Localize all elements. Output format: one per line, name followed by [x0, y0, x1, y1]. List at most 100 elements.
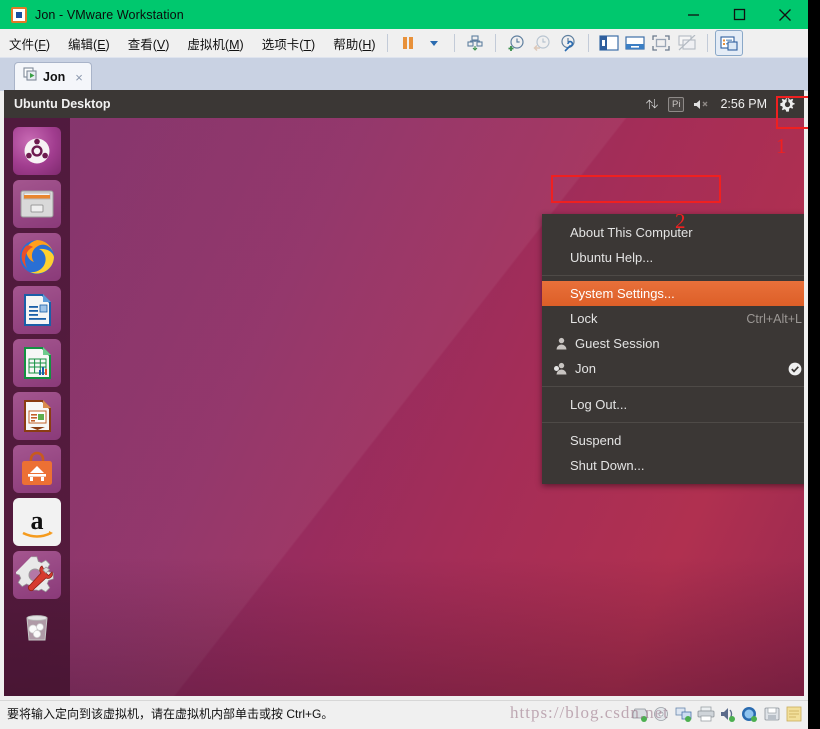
menu-separator [542, 275, 804, 276]
menu-item-guest-session[interactable]: Guest Session [542, 331, 804, 356]
svg-text:a: a [31, 506, 44, 535]
vm-guest-screen: Ubuntu Desktop Pi 2:56 PM a About This C… [4, 90, 804, 696]
menu-item-suspend[interactable]: Suspend [542, 428, 804, 453]
pi-indicator[interactable]: Pi [667, 96, 685, 112]
power-dropdown[interactable] [421, 31, 447, 55]
menu-separator [542, 422, 804, 423]
menu-item-label: Log Out... [570, 397, 628, 412]
toolbar-divider [588, 34, 589, 52]
menu-item-jon[interactable]: Jon [542, 356, 804, 381]
manage-snapshots-button[interactable] [555, 31, 581, 55]
launcher-item-calc[interactable] [13, 339, 61, 387]
launcher-item-firefox[interactable] [13, 233, 61, 281]
launcher-item-trash[interactable] [13, 604, 61, 652]
toolbar-divider [454, 34, 455, 52]
menu-item-shut-down[interactable]: Shut Down... [542, 453, 804, 478]
clock-indicator[interactable]: 2:56 PM [720, 97, 767, 111]
gear-icon[interactable] [776, 93, 798, 115]
maximize-button[interactable] [716, 0, 762, 29]
vmware-vm-icon [11, 6, 27, 23]
unity-mode-button[interactable] [674, 31, 700, 55]
minimize-button[interactable] [670, 0, 716, 29]
launcher-item-writer[interactable] [13, 286, 61, 334]
toolbar-divider [707, 34, 708, 52]
session-indicator-menu: About This Computer Ubuntu Help... Syste… [542, 214, 804, 484]
user-icon [555, 337, 568, 350]
toolbar [380, 29, 743, 57]
panel-indicators: Pi 2:56 PM [645, 90, 798, 118]
menu-edit-accel: E [97, 37, 106, 52]
menu-file-label: 文件 [9, 37, 35, 52]
window-preferences-button[interactable] [715, 30, 743, 56]
status-cdrom-icon[interactable] [652, 704, 672, 724]
network-updown-icon[interactable] [645, 97, 659, 111]
menu-help[interactable]: 帮助(H) [324, 31, 384, 56]
menu-item-ubuntu-help[interactable]: Ubuntu Help... [542, 245, 804, 270]
check-icon [788, 362, 802, 376]
window-title: Jon - VMware Workstation [35, 7, 184, 22]
launcher-item-impress[interactable] [13, 392, 61, 440]
launcher-item-software[interactable] [13, 445, 61, 493]
tab-label: Jon [43, 70, 66, 84]
status-printer-icon[interactable] [696, 704, 716, 724]
menu-view-label: 查看 [127, 37, 153, 52]
status-usb-icon[interactable] [740, 704, 760, 724]
menu-item-lock[interactable]: Lock Ctrl+Alt+L [542, 306, 804, 331]
status-sound-icon[interactable] [718, 704, 738, 724]
menu-tabs[interactable]: 选项卡(T) [253, 31, 325, 56]
menu-separator [542, 386, 804, 387]
launcher-item-amazon[interactable]: a [13, 498, 61, 546]
unity-launcher: a [4, 118, 70, 696]
menu-item-log-out[interactable]: Log Out... [542, 392, 804, 417]
menu-item-label: Jon [575, 361, 596, 376]
toolbar-divider [495, 34, 496, 52]
menu-file-accel: F [38, 37, 46, 52]
show-console-button[interactable] [622, 31, 648, 55]
menu-item-label: Guest Session [575, 336, 660, 351]
take-snapshot-button[interactable] [503, 31, 529, 55]
close-button[interactable] [762, 0, 808, 29]
menu-file[interactable]: 文件(F) [0, 31, 59, 56]
menu-tabs-accel: T [303, 37, 312, 52]
menu-edit[interactable]: 编辑(E) [59, 31, 119, 56]
menu-item-about-this-computer[interactable]: About This Computer [542, 220, 804, 245]
menu-item-label: About This Computer [570, 225, 693, 240]
menu-edit-label: 编辑 [68, 37, 94, 52]
menu-item-system-settings[interactable]: System Settings... [542, 281, 804, 306]
status-notes-icon[interactable] [784, 704, 804, 724]
menu-tabs-label: 选项卡 [261, 37, 300, 52]
menu-vm[interactable]: 虚拟机(M) [178, 31, 252, 56]
vmware-workstation-window: Jon - VMware Workstation 文件(F) 编辑(E) 查看(… [0, 0, 808, 729]
menu-item-label: Lock [570, 311, 598, 326]
tab-close-icon[interactable]: × [75, 71, 83, 84]
menu-item-label: Shut Down... [570, 458, 645, 473]
tab-strip: Jon × [0, 57, 808, 91]
status-network-icon[interactable] [674, 704, 694, 724]
menu-item-accel: Ctrl+Alt+L [746, 311, 802, 326]
unity-top-panel: Ubuntu Desktop Pi 2:56 PM [4, 90, 804, 118]
launcher-item-settings[interactable] [13, 551, 61, 599]
menu-view[interactable]: 查看(V) [119, 31, 179, 56]
menu-help-label: 帮助 [333, 37, 359, 52]
volume-muted-icon[interactable] [693, 98, 711, 111]
fullscreen-button[interactable] [648, 31, 674, 55]
status-floppy-icon[interactable] [762, 704, 782, 724]
snapshot-manager-button[interactable] [462, 31, 488, 55]
suspend-button[interactable] [395, 31, 421, 55]
tab-jon[interactable]: Jon × [14, 62, 92, 91]
menu-item-label: Suspend [570, 433, 622, 448]
status-harddisk-icon[interactable] [630, 704, 650, 724]
revert-snapshot-button[interactable] [529, 31, 555, 55]
launcher-item-files[interactable] [13, 180, 61, 228]
status-bar: 要将输入定向到该虚拟机，请在虚拟机内部单击或按 Ctrl+G。 [0, 700, 808, 726]
title-bar: Jon - VMware Workstation [0, 0, 808, 29]
launcher-item-dash[interactable] [13, 127, 61, 175]
menu-item-label: Ubuntu Help... [570, 250, 654, 265]
menu-view-accel: V [156, 37, 166, 52]
toolbar-divider [387, 34, 388, 52]
show-sidebar-button[interactable] [596, 31, 622, 55]
panel-app-title: Ubuntu Desktop [14, 97, 111, 111]
menu-vm-label: 虚拟机 [187, 37, 225, 52]
window-controls [670, 0, 808, 29]
status-device-icons [630, 704, 804, 724]
